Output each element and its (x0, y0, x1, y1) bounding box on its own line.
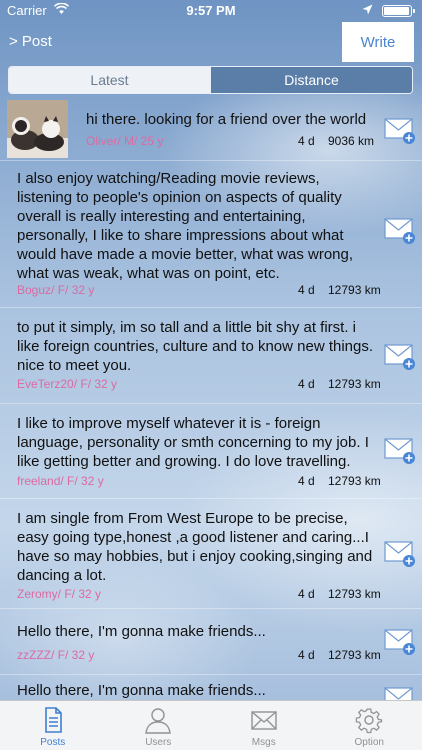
avatar[interactable] (7, 100, 68, 158)
status-bar: Carrier 9:57 PM (0, 0, 422, 22)
document-icon (44, 707, 62, 733)
send-message-icon[interactable] (384, 116, 416, 146)
tab-users-label: Users (145, 737, 172, 748)
post-author[interactable]: freeland/ F/ 32 y (17, 474, 104, 488)
post-text: hi there. looking for a friend over the … (86, 111, 367, 128)
post-author[interactable]: EveTerz20/ F/ 32 y (17, 377, 117, 391)
post-text: I also enjoy watching/Reading movie revi… (17, 170, 354, 282)
send-message-icon[interactable] (384, 436, 416, 466)
post-author[interactable]: Oliver/ M/ 25 y (86, 134, 163, 148)
send-message-icon[interactable] (384, 685, 416, 700)
post-age: 4 d (298, 134, 315, 148)
post-item[interactable]: I like to improve myself whatever it is … (0, 404, 422, 499)
gear-icon (355, 708, 383, 734)
post-text: I like to improve myself whatever it is … (17, 415, 369, 470)
post-author[interactable]: zzZZZ/ F/ 32 y (17, 648, 94, 662)
tab-posts[interactable]: Posts (0, 701, 106, 750)
post-age: 4 d (298, 648, 315, 662)
tab-option-label: Option (354, 737, 384, 748)
post-item[interactable]: Hello there, I'm gonna make friends... z… (0, 609, 422, 675)
sort-segmented-control: Latest Distance (8, 66, 413, 94)
post-text: Hello there, I'm gonna make friends... (17, 623, 266, 640)
post-text: to put it simply, im so tall and a littl… (17, 319, 374, 374)
post-item[interactable]: hi there. looking for a friend over the … (0, 98, 422, 161)
post-list[interactable]: hi there. looking for a friend over the … (0, 98, 422, 700)
location-arrow-icon (362, 4, 373, 15)
post-text: I am single from From West Europe to be … (17, 510, 373, 584)
clock: 9:57 PM (186, 3, 236, 18)
send-message-icon[interactable] (384, 627, 416, 657)
segment-latest[interactable]: Latest (9, 67, 210, 93)
write-button[interactable]: Write (342, 22, 414, 62)
post-distance: 9036 km (328, 134, 375, 148)
post-author[interactable]: Zeromy/ F/ 32 y (17, 587, 101, 601)
post-age: 4 d (298, 377, 315, 391)
tab-msgs-label: Msgs (251, 737, 276, 748)
post-author[interactable]: Boguz/ F/ 32 y (17, 283, 94, 297)
post-item[interactable]: to put it simply, im so tall and a littl… (0, 308, 422, 404)
send-message-icon[interactable] (384, 216, 416, 246)
cats-photo (7, 100, 68, 158)
tab-msgs[interactable]: Msgs (211, 701, 317, 750)
send-message-icon[interactable] (384, 539, 416, 569)
post-item[interactable]: I am single from From West Europe to be … (0, 499, 422, 609)
post-distance: 12793 km (328, 587, 381, 601)
segment-distance[interactable]: Distance (210, 67, 412, 93)
post-item[interactable]: Hello there, I'm gonna make friends... (0, 675, 422, 700)
post-age: 4 d (298, 283, 315, 297)
user-icon (145, 708, 172, 734)
post-distance: 12793 km (328, 377, 381, 391)
envelope-icon (251, 711, 277, 730)
post-distance: 12793 km (328, 283, 381, 297)
send-message-icon[interactable] (384, 342, 416, 372)
tab-option[interactable]: Option (317, 701, 422, 750)
post-distance: 12793 km (328, 474, 381, 488)
post-item[interactable]: I also enjoy watching/Reading movie revi… (0, 161, 422, 308)
tab-bar: Posts Users Msgs Option (0, 700, 422, 750)
navigation-bar: > Post Write (0, 22, 422, 62)
post-distance: 12793 km (328, 648, 381, 662)
tab-posts-label: Posts (40, 737, 66, 748)
post-text: Hello there, I'm gonna make friends... (17, 682, 266, 699)
page-title[interactable]: > Post (9, 33, 52, 50)
post-age: 4 d (298, 587, 315, 601)
battery-icon (382, 5, 415, 17)
post-age: 4 d (298, 474, 315, 488)
tab-users[interactable]: Users (106, 701, 212, 750)
